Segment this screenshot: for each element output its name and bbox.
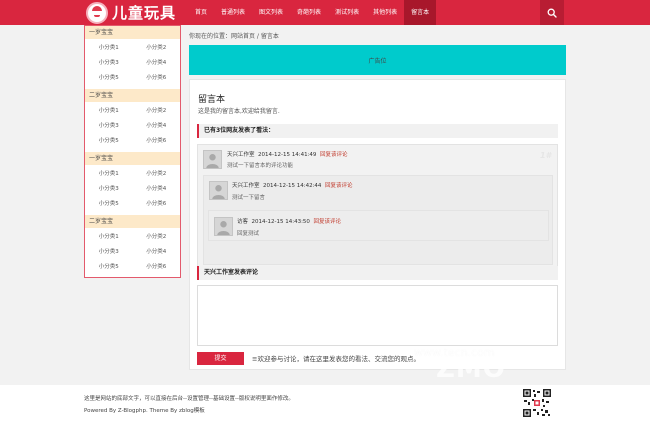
sidebar-link[interactable]: 小分类3 [85,119,133,134]
sidebar-group: 二岁宝宝 小分类1 小分类2 小分类3 小分类4 小分类5 小分类6 [85,215,180,278]
comment-time: 2014-12-15 14:41:49 [258,152,317,158]
site-logo[interactable]: 儿童玩具 [86,0,176,25]
sidebar-link[interactable]: 小分类4 [133,56,181,71]
reply-link[interactable]: 回复该评论 [313,219,341,225]
sidebar-link[interactable]: 小分类4 [133,119,181,134]
logo-text: 儿童玩具 [112,4,177,22]
sidebar-link[interactable]: 小分类3 [85,56,133,71]
sidebar-group-title[interactable]: 一岁宝宝 [85,26,180,39]
user-avatar-icon [217,221,230,235]
sidebar-link[interactable]: 小分类2 [133,230,181,245]
nav-item-home[interactable]: 首页 [188,0,214,25]
comment-time: 2014-12-15 14:43:50 [251,219,310,225]
comment-author[interactable]: 天兴工作室 [232,183,260,189]
footer-powered-by: Powered By Z-Blogphp. Theme By zblog模板 [84,408,205,414]
guestbook-panel: 留言本 这是我的留言本,欢迎给我留言. 已有3位网友发表了看法： 天兴工作室 2… [189,79,566,370]
reply-link[interactable]: 回复该评论 [320,152,348,158]
watermark-logo: ZMO [436,354,506,384]
comment-author[interactable]: 天兴工作室 [227,152,255,158]
comment-meta: 天兴工作室 2014-12-15 14:41:49 回复该评论 [227,150,347,158]
sidebar-link[interactable]: 小分类2 [133,104,181,119]
page-description: 这是我的留言本,欢迎给我留言. [198,108,280,115]
site-footer: 这里是网站的底部文字，可以直接在后台--设置管理--基础设置--版权说明里面作修… [0,385,650,424]
sidebar-group-title[interactable]: 二岁宝宝 [85,89,180,102]
sidebar-link[interactable]: 小分类4 [133,245,181,260]
ad-label: 广告位 [368,57,387,65]
nav-item-odd-list[interactable]: 奇葩列表 [290,0,328,25]
sidebar-link[interactable]: 小分类4 [133,182,181,197]
submit-button[interactable]: 提交 [197,352,244,365]
sidebar-group-title[interactable]: 二岁宝宝 [85,215,180,228]
avatar [214,217,233,236]
sidebar-link[interactable]: 小分类5 [85,197,133,212]
comment-textarea[interactable] [197,285,558,346]
comment-form-heading: 天兴工作室发表评论 [197,266,558,280]
sidebar-link[interactable]: 小分类5 [85,71,133,86]
comment-reply: 天兴工作室 2014-12-15 14:42:44 回复该评论 测试一下留言 访… [203,175,553,265]
comment-text: 测试一下留言本的评论功能 [227,163,294,169]
comment-meta: 天兴工作室 2014-12-15 14:42:44 回复该评论 [232,181,352,189]
sidebar-link[interactable]: 小分类6 [133,71,181,86]
sidebar-link[interactable]: 小分类1 [85,41,133,56]
qr-code-icon [522,388,552,418]
reply-link[interactable]: 回复该评论 [325,183,353,189]
sidebar-group-title[interactable]: 一岁宝宝 [85,152,180,165]
comment-text: 测试一下留言 [232,195,266,201]
sidebar-link[interactable]: 小分类2 [133,41,181,56]
comment-item: 天兴工作室 2014-12-15 14:41:49 回复该评论 测试一下留言本的… [197,144,558,272]
page-title: 留言本 [198,95,226,105]
nav-item-image-list[interactable]: 图文列表 [252,0,290,25]
submit-hint: ≡欢迎参与讨论，请在这里发表您的看法、交流您的观点。 [252,355,420,363]
sidebar-link[interactable]: 小分类1 [85,230,133,245]
comment-meta: 访客 2014-12-15 14:43:50 回复该评论 [237,217,341,225]
sidebar-link[interactable]: 小分类6 [133,197,181,212]
breadcrumb: 你现在的位置：网站首页 / 留言本 [189,33,279,40]
search-button[interactable] [540,0,564,25]
sidebar-link[interactable]: 小分类3 [85,182,133,197]
sidebar-group: 一岁宝宝 小分类1 小分类2 小分类3 小分类4 小分类5 小分类6 [85,26,180,89]
nav-item-normal-list[interactable]: 普通列表 [214,0,252,25]
nav-item-guestbook[interactable]: 留言本 [404,0,437,25]
main-nav: 首页 普通列表 图文列表 奇葩列表 测试列表 其他列表 留言本 [188,0,437,25]
nav-item-test-list[interactable]: 测试列表 [328,0,366,25]
comment-time: 2014-12-15 14:42:44 [263,183,322,189]
top-header: 儿童玩具 首页 普通列表 图文列表 奇葩列表 测试列表 其他列表 留言本 [0,0,650,25]
sidebar-group: 二岁宝宝 小分类1 小分类2 小分类3 小分类4 小分类5 小分类6 [85,89,180,152]
sidebar-link[interactable]: 小分类6 [133,260,181,275]
comment-text: 回复测试 [237,231,260,237]
comment-reply: 访客 2014-12-15 14:43:50 回复该评论 回复测试 [208,210,549,241]
sidebar-link[interactable]: 小分类3 [85,245,133,260]
category-sidebar: 一岁宝宝 小分类1 小分类2 小分类3 小分类4 小分类5 小分类6 二岁宝宝 … [84,25,181,278]
sidebar-link[interactable]: 小分类6 [133,134,181,149]
avatar [209,181,228,200]
comments-heading: 已有3位网友发表了看法： [197,124,558,138]
sidebar-link[interactable]: 小分类5 [85,260,133,275]
user-avatar-icon [206,154,219,168]
sidebar-link[interactable]: 小分类5 [85,134,133,149]
comment-floor: 1# [540,151,552,160]
sidebar-link[interactable]: 小分类1 [85,167,133,182]
sidebar-link[interactable]: 小分类2 [133,167,181,182]
sidebar-group: 一岁宝宝 小分类1 小分类2 小分类3 小分类4 小分类5 小分类6 [85,152,180,215]
user-avatar-icon [212,185,225,199]
nav-item-other-list[interactable]: 其他列表 [366,0,404,25]
sidebar-link[interactable]: 小分类1 [85,104,133,119]
avatar [203,150,222,169]
footer-copyright: 这里是网站的底部文字，可以直接在后台--设置管理--基础设置--版权说明里面作修… [84,396,294,402]
comment-author[interactable]: 访客 [237,219,248,225]
search-icon [547,8,557,18]
logo-mascot-icon [86,1,108,24]
ad-banner[interactable]: 广告位 [189,45,566,75]
qr-code [522,388,552,418]
